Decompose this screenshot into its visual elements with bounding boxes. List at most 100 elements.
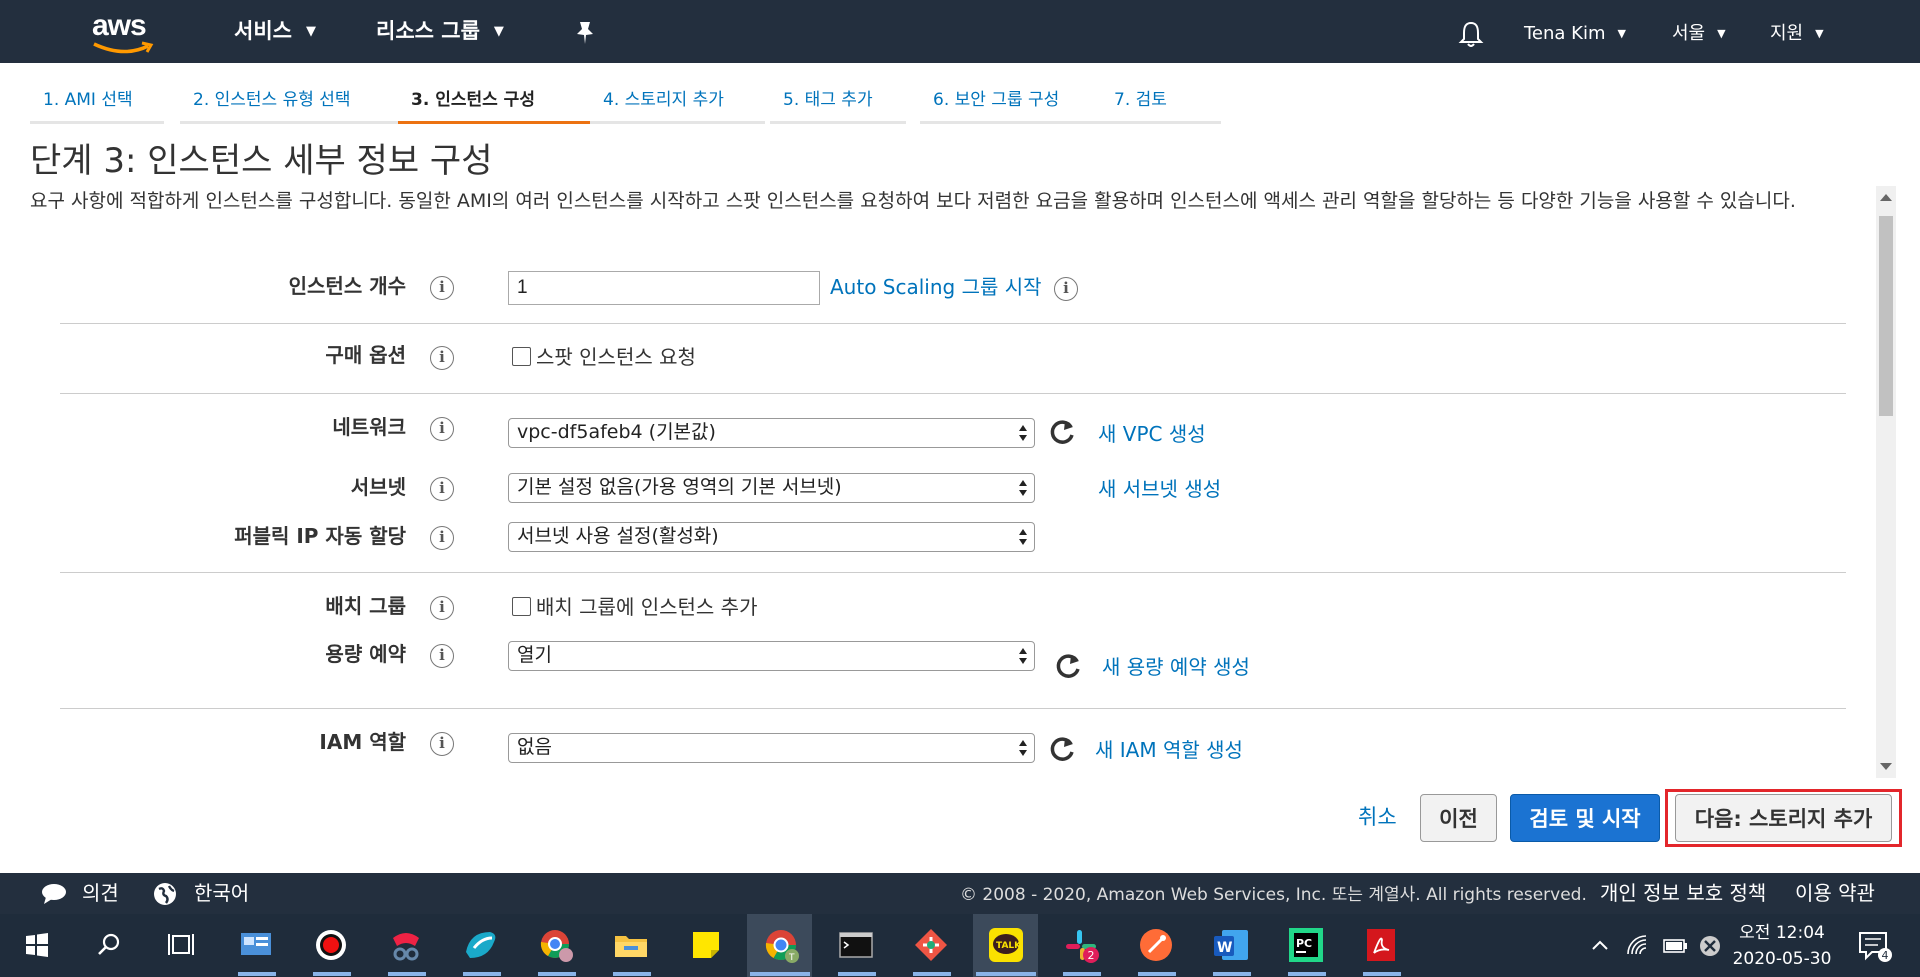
postman-icon[interactable] bbox=[1135, 924, 1177, 966]
region-menu[interactable]: 서울 ▼ bbox=[1672, 20, 1726, 48]
svg-text:T: T bbox=[788, 953, 795, 963]
info-icon[interactable]: i bbox=[430, 417, 454, 441]
running-indicator bbox=[613, 972, 651, 976]
pin-icon[interactable] bbox=[574, 20, 596, 46]
auto-scaling-link[interactable]: Auto Scaling 그룹 시작 bbox=[830, 272, 1042, 302]
services-menu[interactable]: 서비스 ▼ bbox=[234, 16, 316, 47]
sticky-notes-icon[interactable] bbox=[685, 924, 727, 966]
slack-icon[interactable]: 2 bbox=[1060, 924, 1102, 966]
refresh-icon[interactable] bbox=[1055, 652, 1083, 680]
battery-icon[interactable] bbox=[1660, 932, 1690, 960]
previous-button[interactable]: 이전 bbox=[1420, 794, 1497, 842]
kakaotalk-icon[interactable]: TALK bbox=[985, 924, 1027, 966]
scrollbar[interactable] bbox=[1876, 186, 1896, 778]
notification-count: 4 bbox=[1882, 949, 1889, 962]
windows-start-icon[interactable] bbox=[16, 924, 58, 966]
system-clock[interactable]: 오전 12:04 2020-05-30 bbox=[1722, 920, 1842, 972]
task-view-icon[interactable] bbox=[160, 924, 202, 966]
wifi-icon[interactable] bbox=[1624, 932, 1652, 960]
bell-icon[interactable] bbox=[1458, 20, 1484, 48]
chevron-down-icon: ▼ bbox=[1717, 27, 1726, 40]
globe-icon bbox=[154, 883, 176, 905]
next-add-storage-button[interactable]: 다음: 스토리지 추가 bbox=[1675, 794, 1892, 842]
top-navigation-bar: aws 서비스 ▼ 리소스 그룹 ▼ Tena Kim ▼ 서울 ▼ 지원 ▼ bbox=[0, 0, 1920, 63]
footer: 의견 한국어 © 2008 - 2020, Amazon Web Service… bbox=[0, 873, 1920, 914]
running-indicator bbox=[913, 972, 951, 976]
running-indicator bbox=[1213, 972, 1251, 976]
cancel-button[interactable]: 취소 bbox=[1358, 800, 1397, 834]
capacity-reservation-select[interactable]: 열기 bbox=[508, 641, 1035, 671]
pycharm-icon[interactable]: PC bbox=[1285, 924, 1327, 966]
screen-recorder-icon[interactable] bbox=[310, 924, 352, 966]
select-arrows-icon bbox=[1019, 648, 1027, 664]
snipping-tool-icon[interactable] bbox=[385, 924, 427, 966]
support-menu[interactable]: 지원 ▼ bbox=[1770, 20, 1824, 48]
acrobat-icon[interactable] bbox=[1360, 924, 1402, 966]
public-ip-select[interactable]: 서브넷 사용 설정(활성화) bbox=[508, 522, 1035, 552]
chrome-profile-icon[interactable] bbox=[535, 924, 577, 966]
notification-center-icon[interactable]: 4 bbox=[1854, 928, 1894, 964]
review-and-launch-button[interactable]: 검토 및 시작 bbox=[1510, 794, 1660, 842]
tab-add-tags[interactable]: 5. 태그 추가 bbox=[770, 82, 906, 124]
spot-instance-checkbox[interactable] bbox=[512, 347, 531, 366]
file-explorer-icon[interactable] bbox=[610, 924, 652, 966]
tab-review[interactable]: 7. 검토 bbox=[1101, 82, 1221, 124]
create-vpc-link[interactable]: 새 VPC 생성 bbox=[1098, 419, 1206, 449]
refresh-icon[interactable] bbox=[1049, 735, 1077, 763]
info-icon[interactable]: i bbox=[430, 644, 454, 668]
chevron-up-icon[interactable] bbox=[1588, 934, 1612, 958]
refresh-icon[interactable] bbox=[1049, 418, 1077, 446]
info-icon[interactable]: i bbox=[430, 732, 454, 756]
placement-group-checkbox-label[interactable]: 배치 그룹에 인스턴스 추가 bbox=[536, 592, 757, 622]
terms-link[interactable]: 이용 약관 bbox=[1795, 879, 1875, 907]
info-icon[interactable]: i bbox=[430, 477, 454, 501]
info-icon[interactable]: i bbox=[430, 346, 454, 370]
feedback-link[interactable]: 의견 bbox=[82, 879, 119, 907]
chevron-down-icon: ▼ bbox=[1617, 27, 1626, 40]
divider bbox=[60, 393, 1846, 394]
create-subnet-link[interactable]: 새 서브넷 생성 bbox=[1098, 474, 1221, 504]
running-indicator bbox=[463, 972, 501, 976]
word-icon[interactable]: W bbox=[1210, 924, 1252, 966]
instance-count-input[interactable] bbox=[508, 271, 820, 305]
scrollbar-thumb[interactable] bbox=[1879, 216, 1893, 416]
language-selector[interactable]: 한국어 bbox=[194, 879, 249, 907]
network-select[interactable]: vpc-df5afeb4 (기본값) bbox=[508, 418, 1035, 448]
info-icon[interactable]: i bbox=[1054, 277, 1078, 301]
iam-role-select[interactable]: 없음 bbox=[508, 733, 1035, 763]
info-icon[interactable]: i bbox=[430, 596, 454, 620]
network-label: 네트워크 bbox=[332, 415, 406, 439]
instance-count-label: 인스턴스 개수 bbox=[288, 274, 406, 298]
create-iam-role-link[interactable]: 새 IAM 역할 생성 bbox=[1095, 735, 1243, 765]
git-app-icon[interactable] bbox=[910, 924, 952, 966]
page-title: 단계 3: 인스턴스 세부 정보 구성 bbox=[30, 141, 493, 181]
tab-instance-type[interactable]: 2. 인스턴스 유형 선택 bbox=[180, 82, 412, 124]
user-menu[interactable]: Tena Kim ▼ bbox=[1524, 20, 1626, 48]
volume-muted-icon[interactable] bbox=[1696, 932, 1724, 960]
scroll-down-arrow-icon[interactable] bbox=[1880, 763, 1892, 770]
bird-app-icon[interactable] bbox=[460, 924, 502, 966]
resource-groups-menu[interactable]: 리소스 그룹 ▼ bbox=[376, 16, 504, 47]
placement-group-checkbox[interactable] bbox=[512, 597, 531, 616]
spot-instance-checkbox-label[interactable]: 스팟 인스턴스 요청 bbox=[536, 342, 696, 372]
info-icon[interactable]: i bbox=[430, 276, 454, 300]
search-icon[interactable] bbox=[88, 924, 130, 966]
terminal-icon[interactable] bbox=[835, 924, 877, 966]
subnet-select[interactable]: 기본 설정 없음(가용 영역의 기본 서브넷) bbox=[508, 473, 1035, 503]
scroll-up-arrow-icon[interactable] bbox=[1880, 194, 1892, 201]
chrome-icon[interactable]: T bbox=[760, 924, 802, 966]
running-indicator bbox=[838, 972, 876, 976]
tab-ami[interactable]: 1. AMI 선택 bbox=[30, 82, 164, 124]
control-panel-icon[interactable] bbox=[235, 924, 277, 966]
tab-security-group[interactable]: 6. 보안 그룹 구성 bbox=[920, 82, 1102, 124]
aws-logo[interactable]: aws bbox=[92, 10, 156, 54]
chevron-down-icon: ▼ bbox=[493, 24, 504, 39]
running-indicator bbox=[1063, 972, 1101, 976]
privacy-policy-link[interactable]: 개인 정보 보호 정책 bbox=[1600, 879, 1766, 907]
create-capacity-reservation-link[interactable]: 새 용량 예약 생성 bbox=[1102, 652, 1250, 682]
info-icon[interactable]: i bbox=[430, 526, 454, 550]
select-arrows-icon bbox=[1019, 425, 1027, 441]
select-arrows-icon bbox=[1019, 529, 1027, 545]
tab-add-storage[interactable]: 4. 스토리지 추가 bbox=[590, 82, 765, 124]
tab-configure-instance[interactable]: 3. 인스턴스 구성 bbox=[398, 82, 590, 124]
